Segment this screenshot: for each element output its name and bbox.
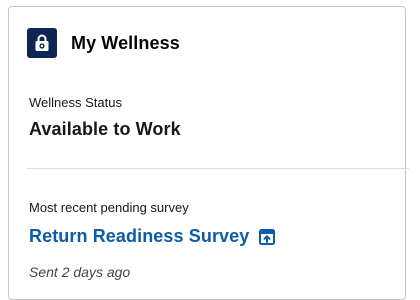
card-title: My Wellness [71,32,180,53]
lock-icon [27,28,57,58]
wellness-status-value: Available to Work [29,119,181,139]
external-link-icon[interactable] [259,228,276,245]
divider [27,168,409,169]
sent-timestamp: Sent 2 days ago [29,264,131,280]
wellness-status-label: Wellness Status [29,95,122,110]
wellness-card: My Wellness Wellness Status Available to… [8,6,409,300]
pending-survey-label: Most recent pending survey [29,200,189,215]
card-header: My Wellness [27,27,180,59]
survey-link[interactable]: Return Readiness Survey [29,226,249,247]
survey-link-row[interactable]: Return Readiness Survey [29,226,276,247]
